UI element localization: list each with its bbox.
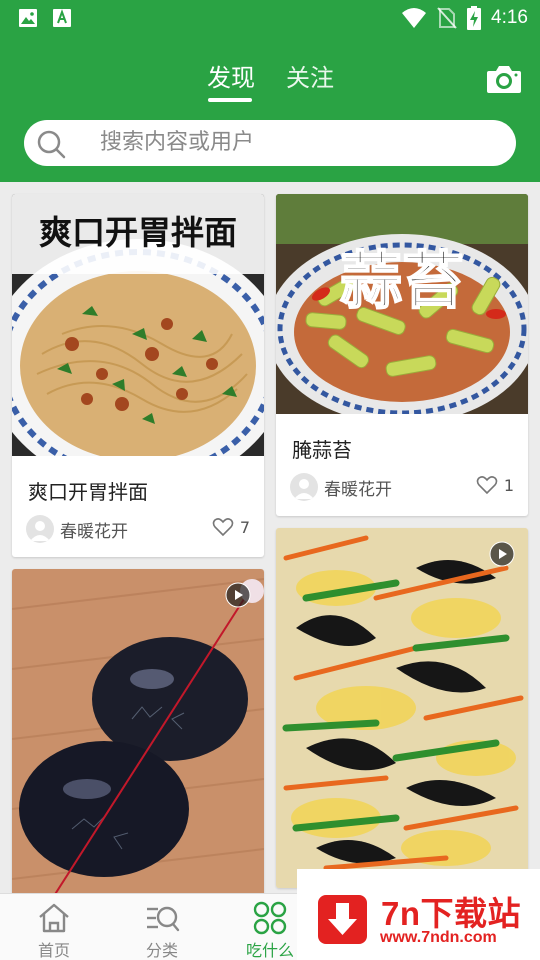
status-left-icons bbox=[18, 8, 72, 28]
like-button[interactable]: 7 bbox=[212, 517, 250, 537]
nav-category-label: 分类 bbox=[145, 941, 178, 960]
recipe-card[interactable]: 蒜苔 腌蒜苔 春暖花开 1 bbox=[276, 194, 528, 516]
home-icon bbox=[39, 903, 69, 933]
author-name[interactable]: 春暖花开 bbox=[324, 475, 392, 500]
video-play-icon[interactable] bbox=[225, 582, 251, 608]
heart-icon bbox=[476, 476, 498, 495]
tab-follow[interactable]: 关注 bbox=[284, 60, 336, 100]
no-sim-icon bbox=[437, 7, 457, 29]
author-name[interactable]: 春暖花开 bbox=[60, 517, 128, 542]
user-avatar-icon bbox=[294, 479, 314, 499]
recipe-card[interactable] bbox=[12, 569, 264, 893]
image-icon bbox=[19, 9, 37, 27]
watermark-banner: 7n下载站 www.7ndn.com bbox=[297, 869, 540, 960]
nav-home[interactable]: 首页 bbox=[9, 894, 99, 960]
watermark-url: www.7ndn.com bbox=[380, 929, 497, 946]
recipe-card[interactable] bbox=[276, 528, 528, 888]
like-count: 1 bbox=[503, 475, 514, 495]
app-screen: 4:16 发现 关注 搜索内容或用户 爽口开胃拌面 爽口开胃拌面 春暖花开 7 … bbox=[0, 0, 540, 960]
status-right-icons: 4:16 bbox=[401, 6, 528, 30]
avatar[interactable] bbox=[290, 473, 318, 501]
user-avatar-icon bbox=[30, 521, 50, 541]
status-time: 4:16 bbox=[491, 7, 528, 28]
status-bar: 4:16 bbox=[0, 0, 540, 36]
search-placeholder: 搜索内容或用户 bbox=[100, 130, 255, 155]
recipe-image[interactable]: 爽口开胃拌面 bbox=[12, 194, 264, 456]
nav-category[interactable]: 分类 bbox=[117, 894, 207, 960]
recipe-card[interactable]: 爽口开胃拌面 爽口开胃拌面 春暖花开 7 bbox=[12, 194, 264, 557]
video-play-icon[interactable] bbox=[489, 541, 515, 567]
search-icon bbox=[37, 130, 66, 159]
download-logo-icon bbox=[318, 895, 367, 944]
recipe-image[interactable]: 蒜苔 bbox=[276, 194, 528, 414]
clover-icon bbox=[253, 901, 287, 935]
watermark-name: 7n下载站 bbox=[381, 895, 522, 932]
image-caption-text: 爽口开胃拌面 bbox=[39, 213, 237, 252]
recipe-feed[interactable]: 爽口开胃拌面 爽口开胃拌面 春暖花开 7 蒜苔 腌蒜苔 春暖花开 1 bbox=[0, 182, 540, 893]
avatar[interactable] bbox=[26, 515, 54, 543]
image-caption-text: 蒜苔 bbox=[340, 244, 464, 317]
recipe-meta: 春暖花开 1 bbox=[290, 472, 514, 502]
search-input[interactable]: 搜索内容或用户 bbox=[24, 120, 516, 166]
top-tabs: 发现 关注 bbox=[0, 60, 540, 106]
like-button[interactable]: 1 bbox=[476, 475, 514, 495]
nav-home-label: 首页 bbox=[37, 941, 70, 960]
tab-discover[interactable]: 发现 bbox=[205, 60, 257, 100]
like-count: 7 bbox=[239, 517, 250, 537]
heart-icon bbox=[212, 518, 234, 537]
recipe-image[interactable] bbox=[276, 528, 528, 888]
camera-icon[interactable] bbox=[486, 63, 522, 95]
recipe-title[interactable]: 腌蒜苔 bbox=[292, 434, 352, 463]
wifi-icon bbox=[402, 8, 427, 28]
category-search-icon bbox=[147, 906, 180, 932]
battery-charging-icon bbox=[467, 6, 482, 30]
recipe-image[interactable] bbox=[12, 569, 264, 893]
recipe-meta: 春暖花开 7 bbox=[26, 514, 250, 544]
header: 4:16 发现 关注 搜索内容或用户 bbox=[0, 0, 540, 182]
recipe-title[interactable]: 爽口开胃拌面 bbox=[28, 476, 148, 505]
active-tab-indicator bbox=[208, 98, 252, 102]
a-font-icon bbox=[53, 9, 71, 27]
